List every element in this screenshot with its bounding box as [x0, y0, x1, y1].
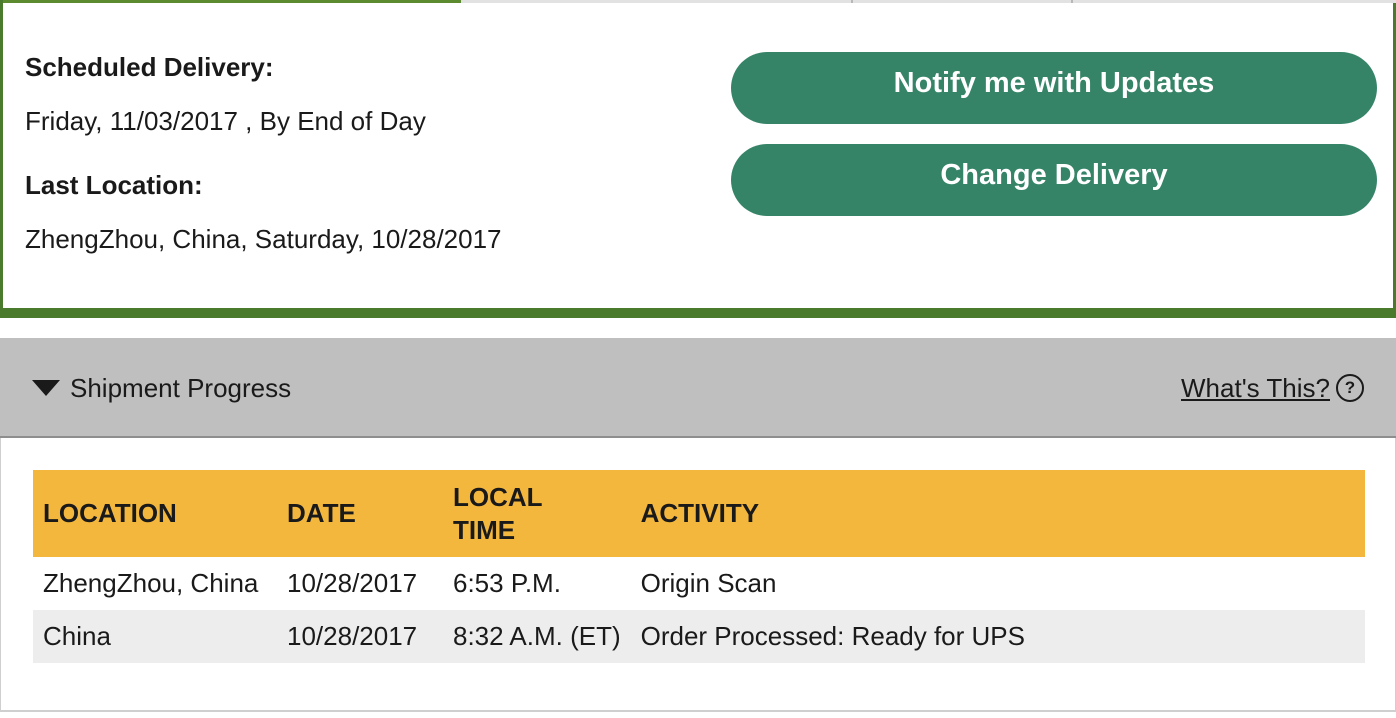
whats-this-link[interactable]: What's This?: [1181, 373, 1330, 404]
delivery-status-card: Scheduled Delivery: Friday, 11/03/2017 ,…: [0, 0, 1396, 318]
tab-indicator-active: [3, 0, 461, 3]
tab-divider: [1071, 0, 1073, 3]
cell-time: 8:32 A.M. (ET): [443, 610, 631, 663]
column-header-activity: ACTIVITY: [630, 470, 1365, 557]
cell-activity: Order Processed: Ready for UPS: [630, 610, 1365, 663]
cell-date: 10/28/2017: [287, 568, 418, 598]
column-header-location: LOCATION: [33, 470, 277, 557]
cell-time: 6:53 P.M.: [453, 568, 561, 598]
shipment-progress-header: Shipment Progress What's This? ?: [0, 338, 1396, 438]
tab-strip: [3, 0, 1396, 3]
last-location-label: Last Location:: [25, 170, 203, 200]
shipment-activity-table: LOCATION DATE LOCAL TIME ACTIVITY ZhengZh…: [33, 470, 1365, 663]
column-header-local-time-line2: TIME: [453, 514, 516, 545]
cell-activity: Origin Scan: [640, 568, 777, 598]
caret-down-icon: [32, 380, 60, 396]
table-row: China 10/28/2017 8:32 A.M. (ET) Order Pr…: [33, 610, 1365, 663]
shipment-progress-body: LOCATION DATE LOCAL TIME ACTIVITY ZhengZh…: [0, 438, 1396, 712]
table-header-row: LOCATION DATE LOCAL TIME ACTIVITY: [33, 470, 1365, 557]
notify-updates-button[interactable]: Notify me with Updates: [731, 52, 1377, 124]
table-row: ZhengZhou, China 10/28/2017 6:53 P.M. Or…: [33, 557, 1365, 610]
change-delivery-button[interactable]: Change Delivery: [731, 144, 1377, 216]
cell-location: ZhengZhou, China: [43, 568, 259, 598]
tab-divider: [851, 0, 853, 3]
column-header-local-time-line1: LOCAL: [453, 481, 543, 512]
shipment-progress-title: Shipment Progress: [70, 372, 292, 403]
last-location-value: ZhengZhou, China, Saturday, 10/28/2017: [25, 224, 502, 254]
scheduled-delivery-label: Scheduled Delivery:: [25, 52, 274, 82]
help-circle-icon[interactable]: ?: [1336, 374, 1364, 402]
shipment-progress-toggle[interactable]: Shipment Progress: [32, 368, 291, 408]
cell-date: 10/28/2017: [277, 610, 443, 663]
column-header-date: DATE: [277, 470, 443, 557]
whats-this-help[interactable]: What's This? ?: [1181, 368, 1364, 408]
cell-location: China: [33, 610, 277, 663]
column-header-local-time: LOCAL TIME: [443, 470, 631, 557]
scheduled-delivery-value: Friday, 11/03/2017 , By End of Day: [25, 106, 426, 136]
